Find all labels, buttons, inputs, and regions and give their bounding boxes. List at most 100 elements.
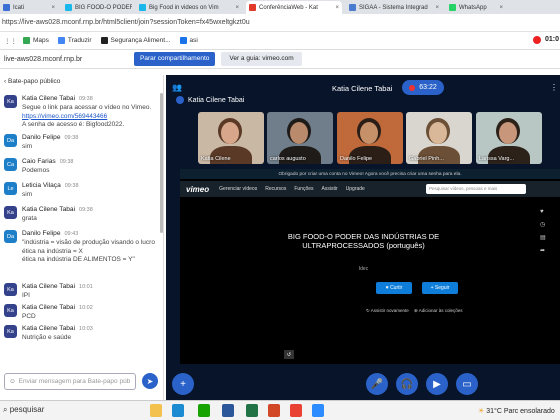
close-tab-icon[interactable]: × [48, 5, 55, 11]
message-author: Leticia Vilaça [22, 182, 61, 189]
message-author: Katia Cilene Tabai [22, 95, 76, 102]
address-bar-area: https://live-aws028.mconf.rnp.br/html5cl… [0, 14, 560, 32]
close-tab-icon[interactable]: × [496, 5, 503, 11]
message-header: Leticia Vilaça 09:38 [22, 182, 79, 189]
tab-label: Big Food in videos on Vim [149, 4, 219, 11]
replay-button[interactable]: ↺ [284, 350, 294, 359]
record-icon[interactable] [533, 36, 541, 44]
chat-input[interactable]: ☺ Enviar mensagem para Bate-papo púb [4, 373, 136, 390]
watch-again-link[interactable]: ↻ Assistir novamente [366, 308, 409, 314]
bookmark-item[interactable]: asi [179, 37, 198, 44]
message-line: IPI [22, 292, 30, 299]
participant-face [499, 122, 517, 144]
emoji-icon[interactable]: ☺ [9, 378, 16, 385]
avatar: Da [4, 230, 17, 243]
chat-header[interactable]: ‹ Bate-papo público [4, 78, 60, 85]
message-author: Katia Cilene Tabai [22, 206, 76, 213]
message-line: ética na indústria = X [22, 247, 83, 255]
message-line: Nutrição e saúde [22, 334, 72, 341]
stack-icon[interactable]: ▤ [540, 234, 554, 241]
message-header: Katia Cilene Tabai 10:03 [22, 325, 93, 332]
vimeo-nav-item[interactable]: Upgrade [346, 186, 365, 192]
presenter-name: Katia Cilene Tabai [188, 96, 245, 104]
chrome-icon[interactable] [290, 404, 302, 417]
avatar: Ka [4, 325, 17, 338]
message-time: 09:38 [79, 96, 93, 102]
message-header: Danilo Felipe 09:43 [22, 230, 78, 237]
close-tab-icon[interactable]: × [232, 5, 239, 11]
vimeo-nav-item[interactable]: Gerenciar vídeos [219, 186, 257, 192]
browser-tab[interactable]: SIGAA - Sistema Integrad × [346, 1, 442, 14]
browser-tab[interactable]: Big Food in videos on Vim × [136, 1, 242, 14]
vimeo-logo[interactable]: vimeo [186, 185, 209, 194]
message-line: "indústria = visão de produção visando o… [22, 239, 155, 246]
participant-video[interactable]: Danilo Felipe [337, 112, 403, 164]
screen-share: Obrigado por criar uma conta no Vimeo! A… [180, 169, 560, 364]
browser-tab[interactable]: WhatsApp × [446, 1, 506, 14]
address-bar[interactable]: https://live-aws028.mconf.rnp.br/html5cl… [2, 17, 422, 29]
presenter-label: Katia Cilene Tabai [176, 96, 244, 104]
vimeo-search-input[interactable]: Pesquisar vídeos, pessoas e mais [426, 184, 526, 194]
taskbar-search[interactable]: ⌕ pesquisar [3, 405, 44, 415]
vimeo-nav-item[interactable]: Assistir [322, 186, 338, 192]
message-time: 09:38 [79, 207, 93, 213]
powerpoint-icon[interactable] [268, 404, 280, 417]
file-explorer-icon[interactable] [150, 404, 162, 417]
view-tab-button[interactable]: Ver a guia: vimeo.com [221, 52, 302, 66]
send-icon[interactable]: ➤ [142, 373, 158, 389]
avatar: Ka [4, 95, 17, 108]
edge-icon[interactable] [172, 404, 184, 417]
close-tab-icon[interactable]: × [432, 5, 439, 11]
more-options-icon[interactable]: ⋮ [550, 83, 558, 92]
plus-actions-icon[interactable]: + [172, 373, 194, 395]
message-line: Segue o link para acessar o vídeo no Vim… [22, 104, 152, 111]
message-line: A senha de acesso é: Bigfood2022. [22, 121, 125, 128]
zoom-icon[interactable] [312, 404, 324, 417]
apps-grid-icon[interactable]: ⋮⋮ [4, 37, 17, 45]
participant-video[interactable]: Gabriel Pinh... [406, 112, 472, 164]
browser-tab[interactable]: Icati × [0, 1, 58, 14]
participant-video[interactable]: carlos augusto [267, 112, 333, 164]
browser-tab[interactable]: ConferênciaWeb - Kat × [246, 1, 342, 14]
close-tab-icon[interactable]: × [332, 5, 339, 11]
word-icon[interactable] [222, 404, 234, 417]
bookmark-item[interactable]: Maps [23, 37, 49, 44]
follow-button[interactable]: + Seguir [422, 282, 458, 294]
microphone-icon[interactable]: 🎤 [366, 373, 388, 395]
message-header: Katia Cilene Tabai 10:02 [22, 304, 93, 311]
chat-scrollbar[interactable] [160, 93, 163, 233]
headphones-icon[interactable]: 🎧 [396, 373, 418, 395]
share-icon[interactable]: ➦ [540, 247, 554, 254]
browser-tab[interactable]: BIG FOOD-O PODER D× [62, 1, 132, 14]
message-header: Danilo Felipe 09:38 [22, 134, 78, 141]
libreoffice-icon[interactable] [198, 404, 210, 417]
recording-timer[interactable]: 63:22 [402, 80, 444, 95]
message-link[interactable]: https://vimeo.com/569443466 [22, 113, 157, 122]
message-header: Katia Cilene Tabai 09:38 [22, 206, 93, 213]
like-button[interactable]: ♥ Curtir [376, 282, 412, 294]
excel-icon[interactable] [246, 404, 258, 417]
video-author[interactable]: Idec [276, 266, 451, 272]
camera-icon[interactable]: ▶ [426, 373, 448, 395]
translate-icon [57, 37, 65, 44]
add-collection-link[interactable]: ⊕ Adicionar às coleções [414, 308, 463, 314]
bookmark-item[interactable]: Traduzir [57, 37, 92, 44]
message-body: Nutrição e saúde [22, 334, 157, 343]
avatar: Ka [4, 304, 17, 317]
tab-favicon-icon [249, 4, 256, 11]
heart-outline-icon[interactable]: ♥ [540, 209, 554, 215]
vimeo-notice: Obrigado por criar uma conta no Vimeo! A… [180, 169, 560, 179]
clock-icon[interactable]: ◷ [540, 221, 554, 228]
stop-sharing-button[interactable]: Parar compartilhamento [134, 52, 216, 66]
participant-video[interactable]: Katia Cilene [198, 112, 264, 164]
vimeo-nav-item[interactable]: Funções [294, 186, 313, 192]
presenter-icon [176, 96, 184, 104]
video-player[interactable]: BIG FOOD-O PODER DAS INDÚSTRIAS DE ULTRA… [186, 202, 536, 362]
message-body: Podemos [22, 167, 157, 176]
participant-video[interactable]: Larissa Varg... [476, 112, 542, 164]
bookmark-item[interactable]: Segurança Aliment... [100, 37, 171, 44]
vimeo-nav-item[interactable]: Recursos [265, 186, 286, 192]
screen-share-icon[interactable]: ▭ [456, 373, 478, 395]
weather-widget[interactable]: ☀ 31°C Parc ensolarado [478, 407, 555, 415]
users-icon[interactable]: 👥 [172, 83, 182, 92]
